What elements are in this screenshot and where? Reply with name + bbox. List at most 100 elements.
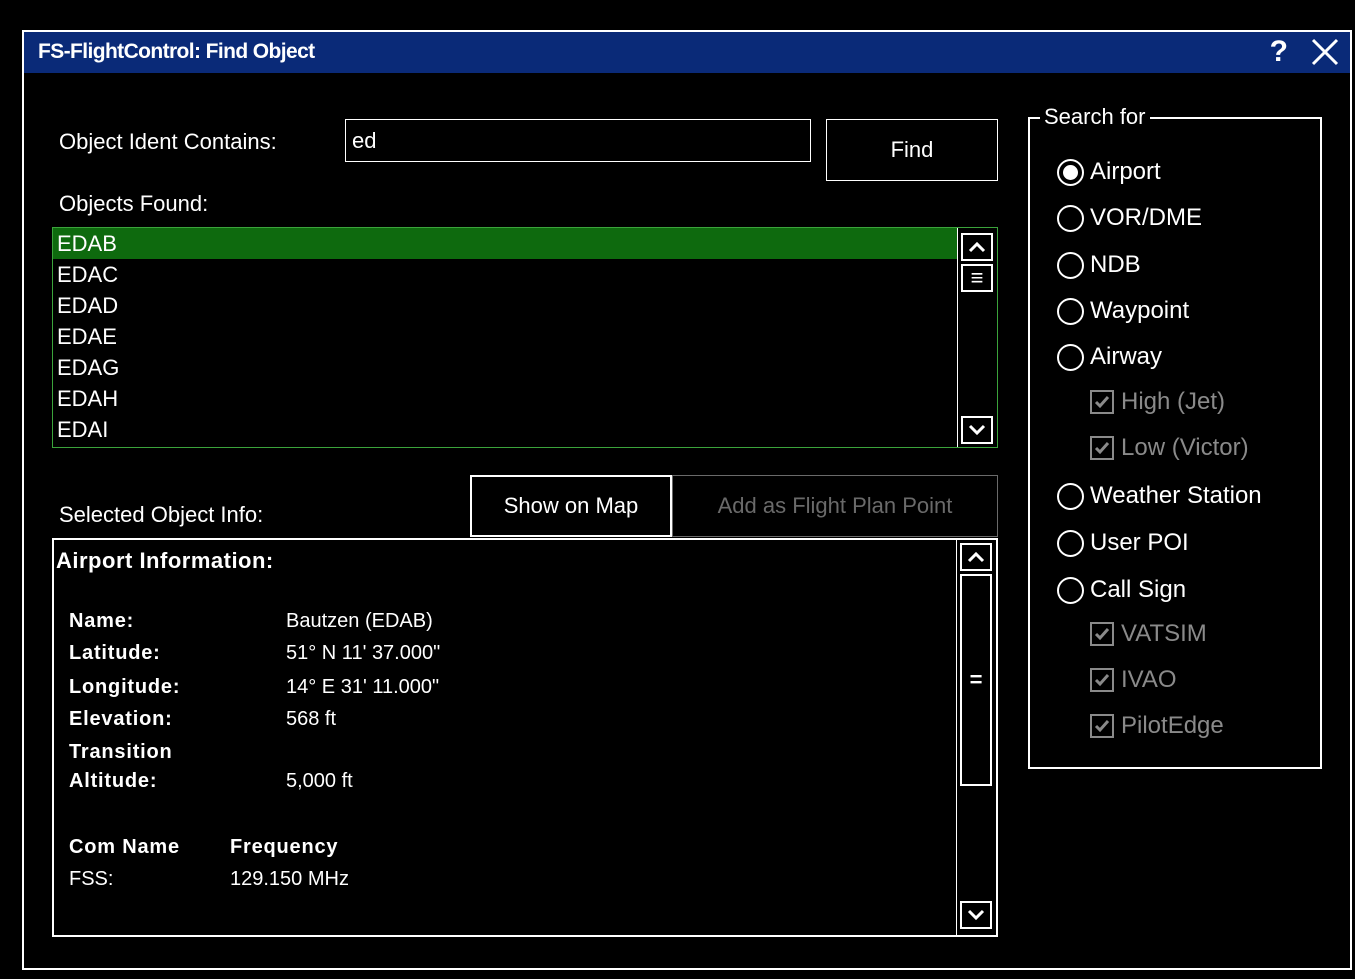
radio-airway[interactable]: Airway	[1057, 343, 1162, 371]
radio-circle-icon	[1057, 204, 1084, 232]
radio-waypoint-label: Waypoint	[1090, 297, 1190, 324]
name-label: Name:	[69, 610, 135, 632]
ident-label: Object Ident Contains:	[59, 129, 277, 154]
find-button[interactable]: Find	[826, 119, 998, 181]
radio-circle-icon	[1057, 482, 1084, 510]
info-scroll-up-button[interactable]	[960, 543, 992, 571]
search-for-legend: Search for	[1040, 104, 1150, 130]
radio-ndb[interactable]: NDB	[1057, 251, 1141, 279]
list-item[interactable]: EDAH	[53, 383, 957, 414]
info-scroll-thumb[interactable]: =	[960, 574, 992, 786]
latitude-value: 51° N 11' 37.000"	[286, 642, 441, 664]
com-name-header: Com Name	[69, 836, 180, 858]
elevation-label: Elevation:	[69, 708, 173, 730]
title-bar: FS-FlightControl: Find Object ?	[24, 32, 1350, 73]
scroll-down-button[interactable]	[961, 416, 993, 444]
frequency-header: Frequency	[230, 836, 339, 858]
radio-weather-label: Weather Station	[1090, 482, 1262, 509]
checkbox-icon	[1090, 714, 1114, 738]
check-ivao-label: IVAO	[1121, 666, 1177, 693]
latitude-label: Latitude:	[69, 642, 161, 664]
transition-label: Transition	[69, 741, 173, 763]
radio-circle-icon	[1057, 343, 1084, 371]
grip-icon: =	[969, 667, 983, 692]
longitude-label: Longitude:	[69, 676, 181, 698]
check-ivao[interactable]: IVAO	[1090, 666, 1177, 694]
close-icon[interactable]	[1310, 37, 1340, 67]
ident-search-input[interactable]	[345, 119, 811, 162]
add-flight-plan-button[interactable]: Add as Flight Plan Point	[672, 475, 998, 537]
radio-user-poi[interactable]: User POI	[1057, 529, 1189, 557]
list-item[interactable]: EDAC	[53, 259, 957, 290]
find-button-label: Find	[890, 137, 934, 162]
help-button[interactable]: ?	[1270, 35, 1288, 69]
list-item[interactable]: EDAG	[53, 352, 957, 383]
altitude-label: Altitude:	[69, 770, 158, 792]
find-object-dialog: FS-FlightControl: Find Object ? Object I…	[0, 0, 1355, 979]
checkbox-icon	[1090, 436, 1114, 460]
window-title: FS-FlightControl: Find Object	[38, 40, 315, 63]
com-name-value: FSS:	[69, 868, 114, 890]
checkmark-icon	[1094, 674, 1110, 687]
checkbox-icon	[1090, 390, 1114, 414]
show-on-map-label: Show on Map	[503, 493, 639, 518]
radio-user-poi-label: User POI	[1090, 529, 1189, 556]
elevation-value: 568 ft	[286, 708, 337, 730]
com-frequency-value: 129.150 MHz	[230, 868, 349, 890]
info-scroll-down-button[interactable]	[960, 901, 992, 929]
list-item[interactable]: EDAI	[53, 414, 957, 445]
scroll-up-button[interactable]	[961, 233, 993, 261]
checkmark-icon	[1094, 720, 1110, 733]
object-info-panel: Airport Information: Name: Bautzen (EDAB…	[52, 538, 998, 937]
selected-info-label: Selected Object Info:	[59, 502, 264, 527]
check-high-jet[interactable]: High (Jet)	[1090, 388, 1225, 416]
chevron-down-icon	[967, 909, 985, 921]
add-flight-plan-label: Add as Flight Plan Point	[717, 493, 953, 518]
objects-found-list[interactable]: EDAB EDAC EDAD EDAE EDAG EDAH EDAI ≡	[52, 227, 998, 448]
radio-call-sign[interactable]: Call Sign	[1057, 576, 1186, 604]
checkbox-icon	[1090, 668, 1114, 692]
radio-waypoint[interactable]: Waypoint	[1057, 297, 1189, 325]
radio-dot-icon	[1063, 164, 1078, 180]
list-item[interactable]: EDAE	[53, 321, 957, 352]
transition-altitude-value: 5,000 ft	[286, 770, 353, 792]
info-heading: Airport Information:	[56, 548, 274, 573]
radio-airport[interactable]: Airport	[1057, 158, 1161, 186]
checkmark-icon	[1094, 628, 1110, 641]
chevron-up-icon	[967, 551, 985, 563]
scroll-thumb[interactable]: ≡	[961, 264, 993, 292]
radio-call-sign-label: Call Sign	[1090, 576, 1187, 603]
objects-found-label: Objects Found:	[59, 191, 209, 216]
check-pilotedge-label: PilotEdge	[1121, 712, 1224, 739]
show-on-map-button[interactable]: Show on Map	[470, 475, 672, 537]
radio-vor-label: VOR/DME	[1090, 204, 1203, 231]
name-value: Bautzen (EDAB)	[286, 610, 433, 632]
radio-airway-label: Airway	[1090, 343, 1163, 370]
radio-circle-icon	[1057, 529, 1084, 557]
grip-icon: ≡	[970, 265, 984, 290]
radio-airport-label: Airport	[1090, 158, 1161, 185]
check-vatsim[interactable]: VATSIM	[1090, 620, 1207, 648]
list-scrollbar[interactable]: ≡	[957, 228, 997, 447]
radio-circle-icon	[1057, 158, 1084, 186]
radio-circle-icon	[1057, 576, 1084, 604]
radio-ndb-label: NDB	[1090, 251, 1141, 278]
list-item[interactable]: EDAD	[53, 290, 957, 321]
radio-weather-station[interactable]: Weather Station	[1057, 482, 1262, 510]
check-high-label: High (Jet)	[1121, 388, 1226, 415]
check-pilotedge[interactable]: PilotEdge	[1090, 712, 1224, 740]
check-vatsim-label: VATSIM	[1121, 620, 1207, 647]
check-low-victor[interactable]: Low (Victor)	[1090, 434, 1249, 462]
checkmark-icon	[1094, 396, 1110, 409]
chevron-down-icon	[968, 424, 986, 436]
longitude-value: 14° E 31' 11.000"	[286, 676, 440, 698]
info-scrollbar[interactable]: =	[956, 540, 996, 935]
check-low-label: Low (Victor)	[1121, 434, 1249, 461]
radio-circle-icon	[1057, 251, 1084, 279]
list-item[interactable]: EDAB	[53, 228, 957, 259]
chevron-up-icon	[968, 241, 986, 253]
radio-circle-icon	[1057, 297, 1084, 325]
checkmark-icon	[1094, 442, 1110, 455]
radio-vor-dme[interactable]: VOR/DME	[1057, 204, 1202, 232]
checkbox-icon	[1090, 622, 1114, 646]
